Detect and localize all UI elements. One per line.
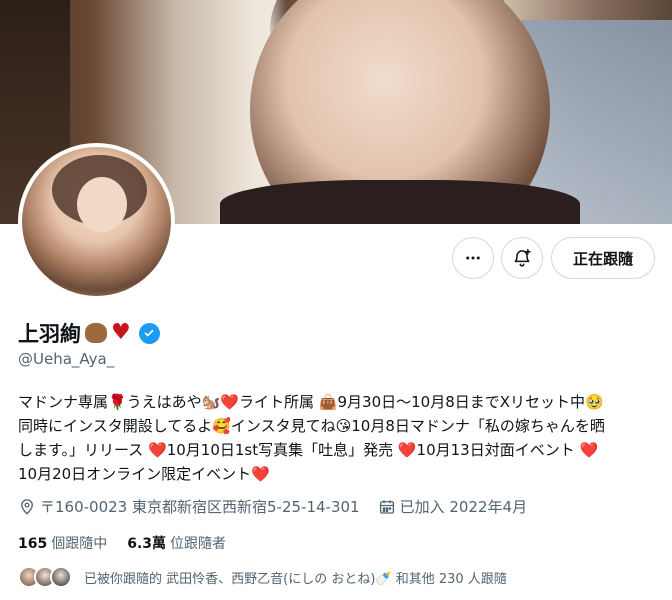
bio-line: 10月20日オンライン限定イベント❤️ (18, 465, 270, 483)
location-text: 〒160-0023 東京都新宿区西新宿5-25-14-301 (40, 498, 360, 516)
more-horizontal-icon (466, 256, 480, 260)
bio-line: 同時にインスタ開設してるよ🥰インスタ見てね😘10月8日マドンナ「私の嫁ちゃんを晒 (18, 417, 605, 435)
display-name-row: 上羽絢 ♥ (18, 318, 160, 348)
more-options-button[interactable] (452, 237, 494, 279)
banner-photo-robe (220, 180, 580, 224)
bio-line: します。」リリース ❤️10月10日1st写真集「吐息」発売 ❤️10月13日対… (18, 441, 599, 459)
following-label: 個跟隨中 (51, 536, 108, 552)
profile-avatar[interactable] (18, 143, 175, 300)
follow-counts: 165 個跟隨中 6.3萬 位跟隨者 (18, 533, 226, 553)
profile-bio: マドンナ専属🌹うえはあや🐿️❤️ライト所属 👜9月30日～10月8日までXリセッ… (18, 390, 658, 486)
mutual-avatars (18, 566, 76, 588)
avatar-photo-face (77, 177, 127, 232)
mutual-avatar (50, 566, 72, 588)
display-name: 上羽絢 (18, 322, 81, 346)
followers-label: 位跟隨者 (170, 536, 227, 552)
joined-item: 已加入 2022年4月 (378, 496, 528, 517)
followers-count: 6.3萬 (127, 536, 167, 552)
followers-you-know[interactable]: 已被你跟隨的 武田怜香、西野乙音(にしの おとね)🍼 和其他 230 人跟隨 (18, 566, 507, 588)
followed-by-text: 已被你跟隨的 武田怜香、西野乙音(にしの おとね)🍼 和其他 230 人跟隨 (84, 571, 507, 587)
user-handle: @Ueha_Aya_ (18, 350, 115, 368)
squirrel-emoji-icon (85, 323, 107, 343)
bell-plus-icon (514, 248, 531, 267)
profile-meta: 〒160-0023 東京都新宿区西新宿5-25-14-301 已加入 2022年… (18, 496, 545, 517)
bio-line: マドンナ専属🌹うえはあや🐿️❤️ライト所属 👜9月30日～10月8日までXリセッ… (18, 393, 604, 411)
location-item: 〒160-0023 東京都新宿区西新宿5-25-14-301 (18, 496, 360, 517)
verified-badge-icon[interactable] (138, 322, 160, 344)
calendar-icon (379, 499, 394, 514)
notifications-button[interactable] (501, 237, 543, 279)
following-link[interactable]: 165 個跟隨中 (18, 533, 107, 553)
followers-link[interactable]: 6.3萬 位跟隨者 (127, 533, 226, 553)
location-pin-icon (21, 498, 33, 515)
joined-text: 已加入 2022年4月 (399, 498, 528, 516)
red-heart-emoji-icon: ♥ (111, 320, 131, 345)
following-button[interactable]: 正在跟隨 (551, 237, 655, 279)
following-count: 165 (18, 536, 48, 552)
